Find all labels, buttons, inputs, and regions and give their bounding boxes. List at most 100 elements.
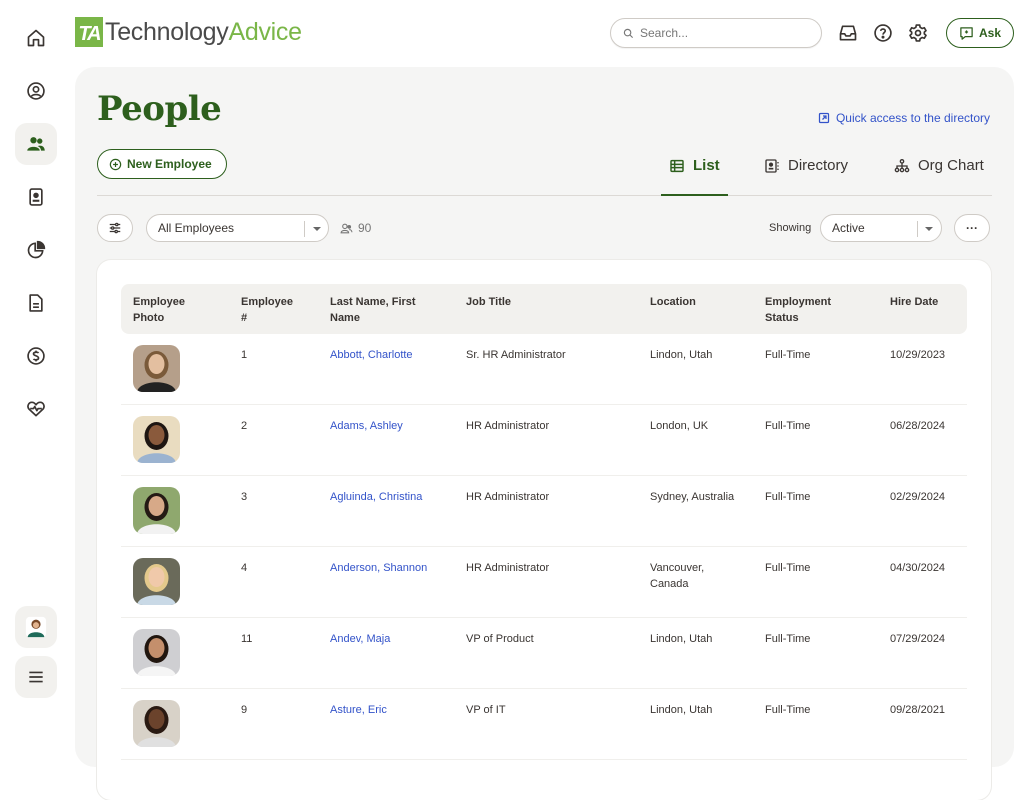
table-icon (670, 159, 684, 173)
job-title: Sr. HR Administrator (466, 349, 566, 361)
table-row[interactable]: 11 Andev, Maja VP of Product Lindon, Utah Fu… (121, 618, 967, 689)
employee-photo[interactable] (133, 416, 180, 463)
tab-org-chart[interactable]: Org Chart (894, 157, 984, 195)
job-title: HR Administrator (466, 491, 550, 503)
hire-date: 07/29/2024 (890, 633, 946, 645)
sliders-icon (109, 222, 121, 234)
settings-button[interactable] (907, 22, 929, 44)
contact-card-icon (765, 159, 779, 173)
more-icon: ··· (966, 221, 978, 235)
column-header-number[interactable]: Employee # (241, 294, 293, 326)
table-row[interactable]: 4 Anderson, Shannon HR Administrator Vancou… (121, 547, 967, 618)
home-icon (27, 29, 45, 47)
user-circle-icon (27, 82, 45, 100)
sidebar-item-hiring[interactable] (15, 176, 57, 218)
employee-number: 2 (241, 420, 248, 432)
location: Lindon, Utah (650, 704, 713, 716)
search-input[interactable] (640, 26, 800, 40)
sidebar-item-files[interactable] (15, 282, 57, 324)
external-link-icon (818, 112, 830, 124)
avatar (25, 616, 47, 638)
status-select[interactable]: Active (820, 214, 942, 242)
employee-name-link[interactable]: Adams, Ashley (330, 418, 403, 434)
filter-settings-button[interactable] (97, 214, 133, 242)
column-header-status[interactable]: Employment Status (765, 294, 831, 326)
employee-name-link[interactable]: Abbott, Charlotte (330, 347, 413, 363)
employee-name-link[interactable]: Anderson, Shannon (330, 560, 427, 576)
hamburger-icon (29, 671, 43, 683)
table-row[interactable]: 9 Asture, Eric VP of IT Lindon, Utah Full-Ti… (121, 689, 967, 760)
sidebar-item-my-info[interactable] (15, 70, 57, 112)
column-header-name[interactable]: Last Name, First Name (330, 294, 416, 326)
employee-name-link[interactable]: Agluinda, Christina (330, 489, 422, 505)
profile-avatar-button[interactable] (15, 606, 57, 648)
logo-text-advice: Advice (228, 17, 302, 46)
logo[interactable]: TA TechnologyAdvice (75, 15, 302, 49)
main-content: People Quick access to the directory Lis… (75, 67, 1014, 800)
search-box[interactable] (610, 18, 822, 48)
help-button[interactable] (872, 22, 894, 44)
sidebar-item-benefits[interactable] (15, 388, 57, 430)
ask-chat-icon (960, 26, 973, 40)
employment-status: Full-Time (765, 562, 811, 574)
tab-list[interactable]: List (661, 157, 728, 196)
pie-chart-icon (27, 240, 46, 259)
employee-number: 9 (241, 704, 248, 716)
tab-directory-label: Directory (788, 157, 849, 174)
employee-count: 90 (340, 221, 371, 235)
table-row[interactable]: 3 Agluinda, Christina HR Administrator Sydn… (121, 476, 967, 547)
main-menu-button[interactable] (15, 656, 57, 698)
job-title: VP of Product (466, 633, 534, 645)
hire-date: 02/29/2024 (890, 491, 946, 503)
location: Sydney, Australia (650, 491, 735, 503)
new-employee-button[interactable]: New Employee (97, 149, 227, 179)
location: London, UK (650, 420, 709, 432)
employee-number: 1 (241, 349, 248, 361)
sidebar-item-reports[interactable] (15, 229, 57, 271)
new-employee-label: New Employee (127, 157, 212, 171)
hire-date: 06/28/2024 (890, 420, 946, 432)
location: Lindon, Utah (650, 349, 713, 361)
location: Lindon, Utah (650, 633, 713, 645)
employee-number: 3 (241, 491, 248, 503)
column-header-job-title[interactable]: Job Title (466, 294, 511, 310)
hire-date: 10/29/2023 (890, 349, 946, 361)
sidebar-item-payroll[interactable] (15, 335, 57, 377)
employment-status: Full-Time (765, 704, 811, 716)
heart-pulse-icon (27, 401, 45, 417)
chevron-down-icon (925, 227, 933, 231)
employee-photo[interactable] (133, 629, 180, 676)
employee-name-link[interactable]: Andev, Maja (330, 631, 390, 647)
quick-access-link[interactable]: Quick access to the directory (818, 111, 990, 125)
page-title: People (97, 89, 222, 129)
more-options-button[interactable]: ··· (954, 214, 990, 242)
ask-button[interactable]: Ask (946, 18, 1014, 48)
column-header-hire-date[interactable]: Hire Date (890, 294, 938, 310)
view-tabs: List Directory Org Chart (97, 149, 992, 196)
table-row[interactable]: 2 Adams, Ashley HR Administrator London, UK… (121, 405, 967, 476)
employment-status: Full-Time (765, 491, 811, 503)
inbox-button[interactable] (837, 22, 859, 44)
employee-photo[interactable] (133, 700, 180, 747)
topbar: TA TechnologyAdvice Ask (72, 0, 1024, 68)
sidebar-item-people[interactable] (15, 123, 57, 165)
location: Vancouver, Canada (650, 562, 705, 590)
table-row[interactable]: 1 Abbott, Charlotte Sr. HR Administrator Li… (121, 334, 967, 405)
employee-group-select[interactable]: All Employees (146, 214, 329, 242)
employee-name-link[interactable]: Asture, Eric (330, 702, 387, 718)
document-icon (29, 294, 43, 312)
sidebar-item-home[interactable] (15, 17, 57, 59)
employee-photo[interactable] (133, 345, 180, 392)
employment-status: Full-Time (765, 420, 811, 432)
select-divider (917, 221, 918, 237)
column-header-location[interactable]: Location (650, 294, 696, 310)
employee-photo[interactable] (133, 558, 180, 605)
showing-label: Showing (769, 222, 812, 234)
tab-directory[interactable]: Directory (764, 157, 848, 195)
plus-circle-icon (109, 158, 122, 170)
status-select-value: Active (832, 221, 865, 235)
people-outline-icon (340, 223, 353, 233)
column-header-photo[interactable]: Employee Photo (133, 294, 185, 326)
employee-photo[interactable] (133, 487, 180, 534)
dollar-icon (27, 347, 45, 365)
